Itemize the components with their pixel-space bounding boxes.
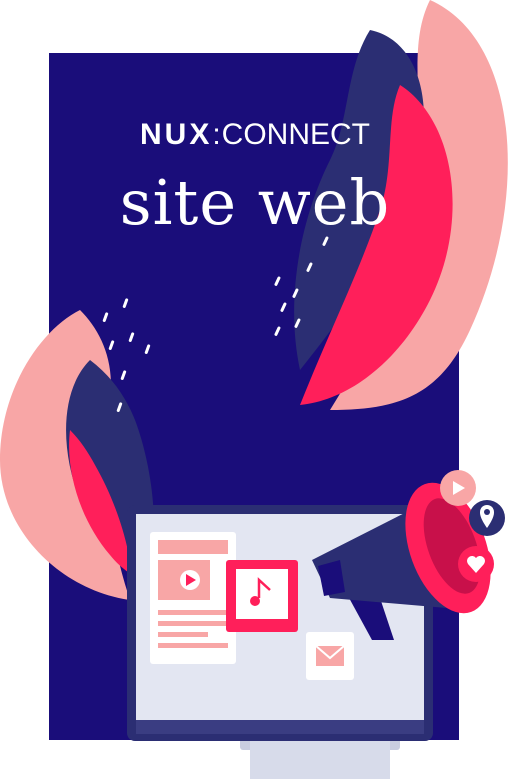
heart-icon <box>458 546 494 582</box>
page-title: site web <box>119 166 391 239</box>
logo-part-nux: NUX <box>139 118 213 151</box>
location-pin-icon <box>469 500 505 536</box>
brand-logo: NUX:CONNECT <box>0 118 510 152</box>
logo-separator: : <box>212 118 222 151</box>
site-web-illustration <box>0 0 508 779</box>
logo-text: NUX:CONNECT <box>0 118 510 152</box>
logo-part-connect: CONNECT <box>221 118 371 151</box>
play-icon <box>180 570 200 590</box>
play-bubble-icon <box>440 470 476 506</box>
mail-icon <box>306 632 354 680</box>
webpage-card <box>150 532 236 664</box>
music-note-icon <box>226 560 298 632</box>
